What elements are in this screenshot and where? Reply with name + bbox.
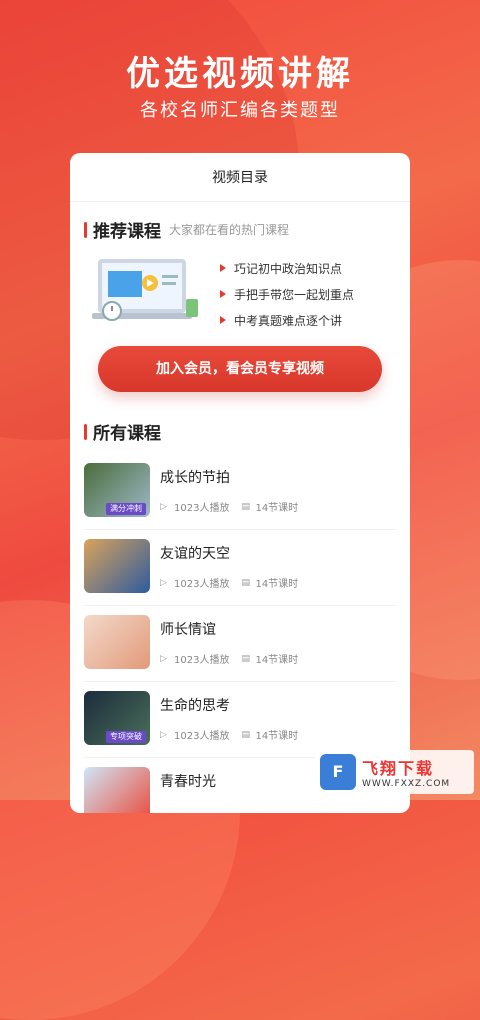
play-count: 1023人播放 [174, 731, 230, 742]
play-count: 1023人播放 [174, 503, 230, 514]
recommend-subtitle: 大家都在看的热门课程 [169, 223, 290, 237]
course-item[interactable]: 满分冲刺 成长的节拍 ▷ 1023人播放 ▤ 14节课时 [84, 463, 396, 523]
video-catalog-card: 视频目录 推荐课程 大家都在看的热门课程 巧记初中政治知识点 手把手带您一起划重… [70, 153, 410, 813]
recommend-item[interactable]: 中考真题难点逐个讲 [220, 307, 400, 333]
play-count: 1023人播放 [174, 579, 230, 590]
lesson-count: 14节课时 [255, 503, 299, 514]
play-count: 1023人播放 [174, 655, 230, 666]
course-thumbnail: 满分冲刺 [84, 463, 150, 517]
course-title: 友谊的天空 [160, 546, 230, 562]
hero-subtitle: 各校名师汇编各类题型 [140, 100, 340, 121]
course-title: 生命的思考 [160, 698, 230, 714]
card-header: 视频目录 [70, 153, 410, 202]
section-marker [84, 221, 87, 238]
course-tag: 满分冲刺 [106, 503, 146, 515]
section-marker [84, 423, 87, 440]
course-title: 青春时光 [160, 774, 216, 790]
triangle-bullet-icon [220, 290, 226, 298]
course-title: 成长的节拍 [160, 470, 230, 486]
hero-title: 优选视频讲解 [126, 54, 354, 94]
all-courses-title: 所有课程 [93, 424, 161, 444]
watermark: F 飞翔下载 WWW.FXXZ.COM [314, 750, 474, 794]
lesson-count: 14节课时 [255, 731, 299, 742]
divider [84, 681, 396, 682]
divider [84, 605, 396, 606]
all-courses-header: 所有课程 [84, 419, 161, 444]
watermark-url: WWW.FXXZ.COM [362, 779, 451, 789]
watermark-logo-icon: F [320, 754, 356, 790]
course-item[interactable]: 友谊的天空 ▷ 1023人播放 ▤ 14节课时 [84, 539, 396, 599]
course-tag: 专项突破 [106, 731, 146, 743]
course-thumbnail: 专项突破 [84, 691, 150, 745]
laptop-illustration [92, 259, 198, 321]
lesson-count: 14节课时 [255, 579, 299, 590]
triangle-bullet-icon [220, 316, 226, 324]
course-thumbnail [84, 539, 150, 593]
book-icon: ▤ [241, 501, 250, 512]
lesson-count: 14节课时 [255, 655, 299, 666]
recommend-item[interactable]: 巧记初中政治知识点 [220, 255, 400, 281]
book-icon: ▤ [241, 729, 250, 740]
book-icon: ▤ [241, 577, 250, 588]
course-item[interactable]: 专项突破 生命的思考 ▷ 1023人播放 ▤ 14节课时 [84, 691, 396, 751]
play-icon: ▷ [160, 653, 167, 664]
recommend-title: 推荐课程 [93, 222, 161, 242]
recommend-section-header: 推荐课程 大家都在看的热门课程 [84, 217, 289, 242]
play-icon: ▷ [160, 501, 167, 512]
play-icon: ▷ [160, 729, 167, 740]
course-thumbnail [84, 767, 150, 813]
divider [84, 529, 396, 530]
recommend-list: 巧记初中政治知识点 手把手带您一起划重点 中考真题难点逐个讲 [220, 255, 400, 333]
triangle-bullet-icon [220, 264, 226, 272]
course-item[interactable]: 师长情谊 ▷ 1023人播放 ▤ 14节课时 [84, 615, 396, 675]
join-membership-button[interactable]: 加入会员，看会员专享视频 [98, 346, 382, 392]
course-title: 师长情谊 [160, 622, 216, 638]
recommend-item[interactable]: 手把手带您一起划重点 [220, 281, 400, 307]
course-thumbnail [84, 615, 150, 669]
watermark-text: 飞翔下载 [362, 759, 435, 778]
play-icon: ▷ [160, 577, 167, 588]
book-icon: ▤ [241, 653, 250, 664]
